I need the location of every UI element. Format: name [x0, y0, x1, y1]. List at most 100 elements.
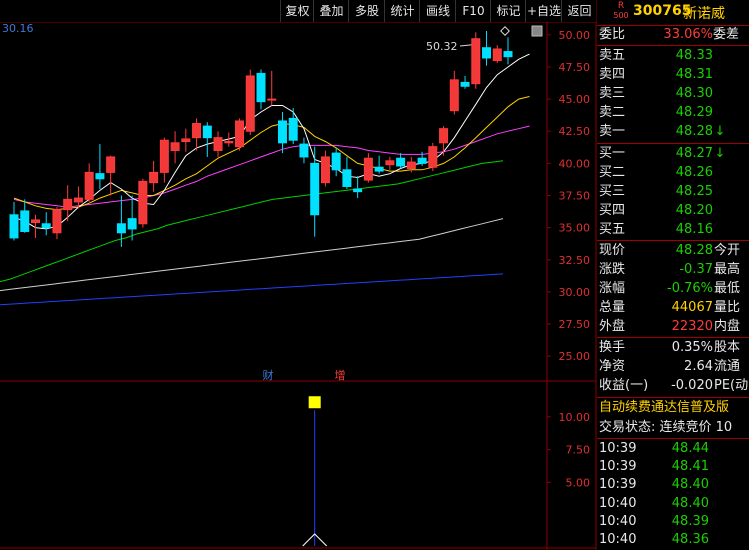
- quote-row: 涨幅 -0.76% 最低: [597, 280, 749, 298]
- price-tick-label: 27.50: [559, 318, 591, 331]
- divider: [597, 438, 749, 439]
- tick-row: 10:40 48.39: [597, 513, 749, 531]
- market-badge: R 500: [611, 2, 631, 21]
- tick-time: 10:40: [599, 532, 637, 547]
- ask-price: 48.28: [675, 124, 713, 139]
- candle-body: [116, 223, 126, 234]
- candle-fill: [471, 38, 480, 84]
- quote-value: 22320: [671, 319, 713, 334]
- ask-price: 48.29: [675, 105, 713, 120]
- weibi-row: 委比 33.06% 委差: [597, 26, 749, 44]
- candle: [428, 142, 438, 172]
- ask-level-row: 卖三 48.30: [597, 85, 749, 103]
- bid-price: 48.25: [675, 184, 713, 199]
- candle-fill: [450, 79, 459, 111]
- candle-body: [288, 117, 298, 141]
- info-label: 收益(一): [599, 378, 649, 393]
- indicator-signal-marker: [308, 396, 321, 409]
- candle-fill: [439, 128, 448, 143]
- toolbar-button-0[interactable]: 复权: [280, 0, 314, 22]
- toolbar-button-8[interactable]: 返回: [561, 0, 597, 22]
- info-label: 净资: [599, 359, 626, 374]
- info-row: 换手 0.35% 股本: [597, 339, 749, 357]
- weibi-label: 委比: [599, 27, 626, 42]
- toolbar-button-4[interactable]: 画线: [419, 0, 456, 22]
- ask-level-label: 卖一: [599, 124, 626, 139]
- bid-level-row: 买五 48.16: [597, 221, 749, 239]
- candle-fill: [214, 137, 223, 151]
- ask-level-label: 卖二: [599, 105, 626, 120]
- toolbar-button-2[interactable]: 多股: [348, 0, 385, 22]
- info-value: 2.64: [684, 359, 713, 374]
- panel-toggle-icon: [531, 25, 543, 37]
- candle-fill: [31, 219, 40, 223]
- notice-row[interactable]: 自动续费通达信普及版: [597, 399, 749, 417]
- event-marker: 财: [263, 368, 274, 382]
- quote-label-secondary: 量比: [714, 300, 741, 315]
- candle-body: [95, 173, 105, 180]
- quote-label: 总量: [599, 300, 626, 315]
- candle-fill: [493, 48, 502, 61]
- bid-price: 48.26: [675, 165, 713, 180]
- candle-body: [331, 152, 341, 171]
- down-arrow-icon: ↓: [714, 146, 726, 161]
- quote-panel: R 500 300765 新诺威 委比 33.06% 委差 卖五 48.33 卖四 4…: [597, 0, 749, 550]
- quote-row: 外盘 22320 内盘: [597, 318, 749, 336]
- quote-label: 涨幅: [599, 281, 626, 296]
- ask-level-label: 卖三: [599, 86, 626, 101]
- candle-body: [396, 157, 406, 167]
- tick-price: 48.44: [671, 441, 709, 456]
- info-label-secondary: PE(动: [714, 378, 749, 393]
- toolbar-button-7[interactable]: +自选: [525, 0, 562, 22]
- trade-status-row: 交易状态: 连续竞价 10: [597, 419, 749, 437]
- price-tick-label: 37.50: [559, 190, 591, 203]
- high-price-label: 50.32: [426, 40, 458, 53]
- bid-level-label: 买五: [599, 222, 626, 237]
- ask-level-label: 卖五: [599, 48, 626, 63]
- toolbar-button-5[interactable]: F10: [455, 0, 491, 22]
- renewal-notice[interactable]: 自动续费通达信普及版: [599, 399, 749, 417]
- candle-fill: [106, 156, 115, 173]
- price-tick-label: 47.50: [559, 61, 591, 74]
- kline-chart-area[interactable]: 50.32 50.00 47.50 45.00 42.50 40.00 37.50 35.0…: [0, 0, 597, 550]
- toolbar-button-1[interactable]: 叠加: [313, 0, 349, 22]
- bid-level-row: 买二 48.26: [597, 164, 749, 182]
- ask-price: 48.33: [675, 48, 713, 63]
- candle: [138, 178, 148, 228]
- candle-fill: [160, 140, 169, 173]
- candle-body: [277, 120, 287, 144]
- candle-fill: [138, 181, 147, 224]
- tick-price: 48.39: [671, 513, 709, 529]
- tick-price: 48.41: [671, 459, 709, 475]
- quote-label-secondary: 内盘: [714, 319, 741, 334]
- weibi-value: 33.06%: [663, 27, 713, 42]
- tick-row: 10:39 48.44: [597, 440, 749, 458]
- bid-level-row: 买一 48.27 ↓: [597, 145, 749, 163]
- ask-level-row: 卖四 48.31: [597, 66, 749, 84]
- candle-body: [310, 162, 320, 216]
- candle-body: [202, 125, 212, 139]
- weicha-label: 委差: [713, 27, 740, 42]
- candle-body: [353, 188, 363, 193]
- indicator-tick-label: 5.00: [566, 476, 591, 489]
- candle-body: [503, 51, 513, 58]
- candle-body: [127, 218, 137, 230]
- tick-time: 10:40: [599, 513, 637, 529]
- indicator-tick-label: 10.00: [559, 411, 591, 424]
- ask-level-row: 卖一 48.28 ↓: [597, 123, 749, 141]
- candle-fill: [428, 146, 437, 168]
- info-label: 换手: [599, 340, 626, 355]
- candle: [245, 69, 255, 136]
- quote-value: -0.37: [679, 262, 713, 277]
- divider: [597, 337, 749, 338]
- toolbar-button-6[interactable]: 标记: [490, 0, 526, 22]
- toolbar-button-3[interactable]: 统计: [384, 0, 420, 22]
- candle-body: [299, 143, 309, 158]
- badge-bottom: 500: [613, 11, 629, 20]
- candle-fill: [224, 141, 233, 143]
- candle-fill: [52, 209, 61, 233]
- candle-body: [41, 223, 51, 229]
- tick-price: 48.40: [671, 477, 709, 493]
- tick-row: 10:40 48.36: [597, 531, 749, 549]
- bid-level-label: 买二: [599, 165, 626, 180]
